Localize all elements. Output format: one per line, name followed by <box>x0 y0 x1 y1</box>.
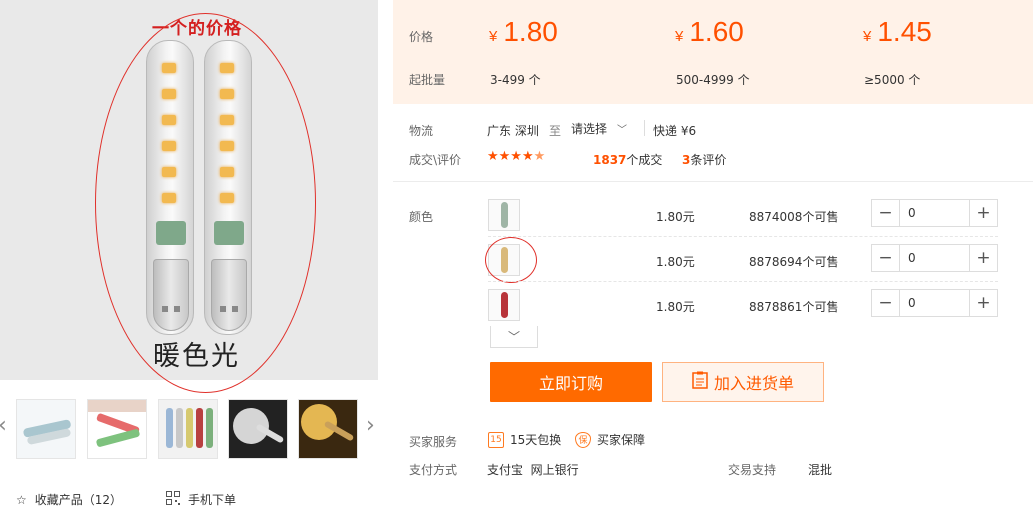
row-divider <box>488 236 998 237</box>
deals-count-link[interactable]: 1837个成交 <box>593 151 662 168</box>
thumbnail[interactable] <box>87 399 147 459</box>
review-count-link[interactable]: 3条评价 <box>682 151 726 168</box>
services-label: 买家服务 <box>409 435 458 449</box>
row-divider <box>488 281 998 282</box>
option-price: 1.80元 <box>656 255 695 269</box>
exchange-service[interactable]: 15 15天包换 <box>488 431 561 448</box>
increment-button[interactable]: + <box>970 245 997 271</box>
reviews-label: 成交\评价 <box>409 153 462 167</box>
payment-methods: 支付宝 网上银行 <box>487 463 579 477</box>
exchange-icon: 15 <box>488 431 504 448</box>
quantity-input[interactable]: 0 <box>899 200 970 226</box>
logistics-label: 物流 <box>409 124 434 138</box>
divider <box>393 181 1033 182</box>
price-tier-3: ¥1.45 <box>863 16 932 47</box>
thumbnail[interactable] <box>158 399 218 459</box>
quantity-stepper: − 0 + <box>871 199 998 227</box>
destination-select[interactable]: 请选择 ﹀ <box>571 120 627 137</box>
expand-options-toggle[interactable]: ﹀ <box>490 326 538 348</box>
favorite-product-link[interactable]: ☆ 收藏产品（12） <box>16 491 122 508</box>
option-price: 1.80元 <box>656 300 695 314</box>
trade-support-value: 混批 <box>808 463 833 477</box>
chevron-down-icon: ﹀ <box>617 125 628 136</box>
chevron-left-icon[interactable]: ‹ <box>0 413 7 438</box>
shipping-fee: 快递 ¥6 <box>653 124 697 138</box>
quantity-stepper: − 0 + <box>871 244 998 272</box>
payment-label: 支付方式 <box>409 463 458 477</box>
decrement-button[interactable]: − <box>872 245 899 271</box>
thumbnail-strip: ‹ › <box>0 393 390 467</box>
qty-range-2: 500-4999 个 <box>676 73 750 87</box>
thumbnail[interactable] <box>16 399 76 459</box>
color-swatch[interactable] <box>488 289 520 321</box>
option-price: 1.80元 <box>656 210 695 224</box>
shield-icon: 保 <box>575 431 591 448</box>
mobile-order-label: 手机下单 <box>188 493 237 507</box>
color-option-row: 1.80元 8878861个可售 − 0 + <box>393 289 1033 334</box>
thumbnail[interactable] <box>298 399 358 459</box>
destination-value: 请选择 <box>571 122 608 136</box>
to-label: 至 <box>549 124 562 138</box>
price-label: 价格 <box>409 30 434 44</box>
chevron-right-icon[interactable]: › <box>366 413 375 438</box>
bottom-links: ☆ 收藏产品（12） 手机下单 <box>16 491 236 508</box>
increment-button[interactable]: + <box>970 290 997 316</box>
separator <box>644 120 645 136</box>
qr-code-icon <box>166 491 181 508</box>
order-now-button[interactable]: 立即订购 <box>490 362 652 402</box>
chevron-down-icon: ﹀ <box>507 330 520 344</box>
option-stock: 8878694个可售 <box>749 255 839 269</box>
favorite-label: 收藏产品（12） <box>34 493 123 507</box>
annotation-ellipse <box>485 237 537 283</box>
thumbnail[interactable] <box>228 399 288 459</box>
star-outline-icon: ☆ <box>16 492 27 507</box>
trade-support-label: 交易支持 <box>728 463 777 477</box>
qty-range-3: ≥5000 个 <box>864 73 921 87</box>
price-tier-1: ¥1.80 <box>489 16 558 47</box>
rating-stars: ★★★★★ <box>487 149 546 164</box>
guarantee-service[interactable]: 保 买家保障 <box>575 431 645 448</box>
add-to-cart-label: 加入进货单 <box>713 374 794 393</box>
clipboard-icon <box>692 371 708 393</box>
quantity-input[interactable]: 0 <box>899 290 970 316</box>
option-stock: 8878861个可售 <box>749 300 839 314</box>
quantity-input[interactable]: 0 <box>899 245 970 271</box>
increment-button[interactable]: + <box>970 200 997 226</box>
option-stock: 8874008个可售 <box>749 210 839 224</box>
qty-range-1: 3-499 个 <box>490 73 541 87</box>
decrement-button[interactable]: − <box>872 200 899 226</box>
quantity-stepper: − 0 + <box>871 289 998 317</box>
price-tier-2: ¥1.60 <box>675 16 744 47</box>
color-option-row: 1.80元 8874008个可售 − 0 + <box>393 199 1033 244</box>
mobile-order-link[interactable]: 手机下单 <box>166 491 236 508</box>
decrement-button[interactable]: − <box>872 290 899 316</box>
annotation-ellipse <box>95 13 316 393</box>
exchange-label: 15天包换 <box>510 433 562 447</box>
add-to-cart-button[interactable]: 加入进货单 <box>662 362 824 402</box>
guarantee-label: 买家保障 <box>597 433 646 447</box>
moq-label: 起批量 <box>409 73 446 87</box>
color-swatch[interactable] <box>488 199 520 231</box>
origin-location: 广东 深圳 <box>487 124 539 138</box>
price-bar: 价格 起批量 ¥1.80 ¥1.60 ¥1.45 3-499 个 500-499… <box>393 0 1033 104</box>
